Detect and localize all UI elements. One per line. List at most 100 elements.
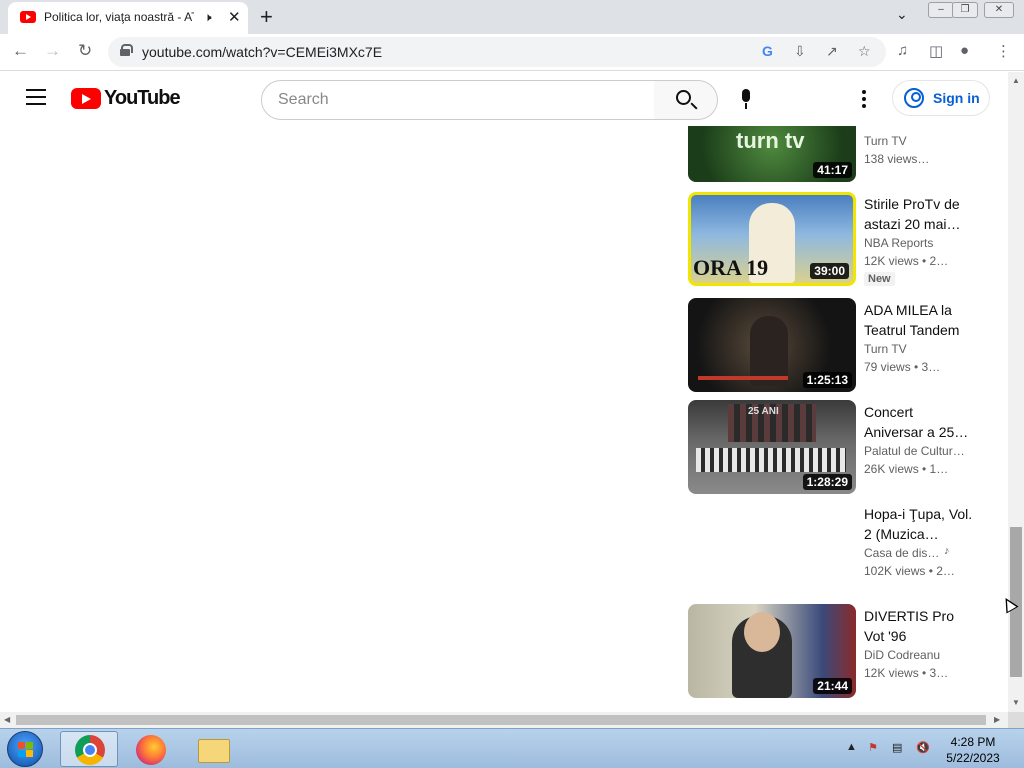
lock-icon[interactable] (120, 44, 133, 56)
url-text[interactable]: youtube.com/watch?v=CEMEi3MXc7E (142, 44, 382, 60)
lower-third-bar (698, 376, 788, 380)
video-thumbnail[interactable] (688, 502, 856, 596)
search-input[interactable]: Search (261, 80, 655, 120)
install-app-icon[interactable]: ⇩ (794, 43, 806, 60)
video-meta: 12K views • 3… (864, 666, 949, 680)
browser-toolbar: ← → ↻ youtube.com/watch?v=CEMEi3MXc7E G … (0, 34, 1024, 71)
volume-muted-icon[interactable]: 🔇 (916, 741, 930, 754)
scroll-up-arrow-icon[interactable]: ▲ (1012, 76, 1020, 85)
video-thumbnail[interactable]: 25 ANI 1:28:29 (688, 400, 856, 494)
video-meta: 26K views • 1… (864, 462, 949, 476)
video-item[interactable]: 21:44 DIVERTIS Pro Vot '96 DiD Codreanu … (688, 604, 988, 704)
search-icon (676, 90, 691, 105)
scroll-right-arrow-icon[interactable]: ▶ (994, 715, 1000, 724)
taskbar-chrome[interactable] (60, 731, 118, 767)
youtube-header: YouTube Search Sign in (0, 72, 1008, 126)
firefox-icon (136, 735, 166, 765)
search-button[interactable] (654, 80, 718, 120)
video-thumbnail[interactable]: turn tv 41:17 (688, 126, 856, 182)
video-duration: 41:17 (813, 162, 852, 178)
taskbar-firefox[interactable] (122, 731, 180, 767)
video-channel[interactable]: NBA Reports (864, 236, 964, 250)
close-tab-icon[interactable]: ✕ (228, 8, 241, 26)
scrollbar-corner (1008, 712, 1024, 728)
video-item[interactable]: Hopa-i Ţupa, Vol. 2 (Muzica… Casa de dis… (688, 502, 988, 602)
video-meta: 138 views… (864, 152, 930, 166)
video-thumbnail[interactable]: 1:25:13 (688, 298, 856, 392)
new-badge: New (864, 272, 895, 286)
youtube-logo-text[interactable]: YouTube (104, 87, 181, 110)
music-note-icon: ♪ (944, 545, 950, 557)
tab-strip: Politica lor, viaţa noastră - AT 🕨 ✕ + ⌄… (0, 0, 1024, 34)
windows-taskbar: ▲ ⚑ ▤ 🔇 4:28 PM 5/22/2023 (0, 728, 1024, 768)
video-channel[interactable]: Turn TV (864, 134, 964, 148)
video-thumbnail[interactable]: 21:44 (688, 604, 856, 698)
taskbar-explorer[interactable] (184, 731, 242, 767)
restore-button[interactable]: ❐ (952, 2, 978, 18)
forward-arrow-icon[interactable]: → (44, 41, 61, 61)
video-item[interactable]: turn tv 41:17 Turn TV 138 views… (688, 126, 988, 182)
windows-logo-icon (18, 742, 34, 758)
network-icon[interactable]: ▤ (892, 741, 902, 754)
video-item[interactable]: ORA 19 39:00 Stirile ProTv de astazi 20 … (688, 192, 988, 292)
video-title[interactable]: Concert Aniversar a 25… (864, 402, 974, 442)
video-duration: 21:44 (813, 678, 852, 694)
thumbnail-text: ORA 19 (693, 255, 769, 280)
horizontal-scrollbar[interactable]: ◀ ▶ (0, 712, 1008, 728)
share-icon[interactable]: ↗ (826, 43, 838, 60)
thumbnail-text: 25 ANI (748, 406, 779, 417)
reload-icon[interactable]: ↻ (78, 41, 92, 61)
video-duration: 1:28:29 (802, 474, 852, 490)
sign-in-button[interactable]: Sign in (892, 80, 990, 116)
horizontal-scroll-thumb[interactable] (16, 715, 986, 725)
back-arrow-icon[interactable]: ← (12, 41, 29, 61)
bookmark-star-icon[interactable]: ☆ (858, 43, 871, 60)
scroll-down-arrow-icon[interactable]: ▼ (1012, 698, 1020, 707)
action-center-flag-icon[interactable]: ⚑ (868, 741, 878, 754)
video-channel[interactable]: Turn TV (864, 342, 964, 356)
google-translate-icon[interactable]: G (762, 43, 773, 59)
account-circle-icon (904, 88, 924, 108)
microphone-icon[interactable] (740, 89, 752, 109)
youtube-favicon-icon (20, 11, 36, 23)
video-title[interactable]: Hopa-i Ţupa, Vol. 2 (Muzica… (864, 504, 974, 544)
new-tab-button[interactable]: + (260, 4, 273, 30)
video-channel[interactable]: Palatul de Cultur… (864, 444, 964, 458)
youtube-logo-icon[interactable] (71, 88, 101, 109)
video-title[interactable]: DIVERTIS Pro Vot '96 (864, 606, 974, 646)
settings-more-icon[interactable] (862, 90, 866, 108)
address-bar[interactable]: youtube.com/watch?v=CEMEi3MXc7E G ⇩ ↗ ☆ (108, 37, 886, 67)
video-meta: 102K views • 2… (864, 564, 955, 578)
chevron-down-icon[interactable]: ⌄ (896, 6, 908, 23)
minimize-button[interactable]: – (928, 2, 954, 18)
thumbnail-text: turn tv (736, 128, 805, 153)
video-channel[interactable]: Casa de dis… (864, 546, 938, 560)
folder-icon (198, 739, 230, 763)
speaker-icon[interactable]: 🕨 (204, 10, 212, 25)
dancers-row (696, 448, 846, 472)
show-hidden-icons-icon[interactable]: ▲ (846, 741, 857, 753)
video-item[interactable]: 25 ANI 1:28:29 Concert Aniversar a 25… P… (688, 400, 988, 500)
profile-avatar-icon[interactable]: ● (960, 42, 969, 59)
system-clock[interactable]: 4:28 PM 5/22/2023 (940, 734, 1006, 766)
video-meta: 12K views • 2… (864, 254, 949, 268)
browser-tab-active[interactable]: Politica lor, viaţa noastră - AT 🕨 ✕ (8, 2, 248, 34)
video-channel[interactable]: DiD Codreanu (864, 648, 964, 662)
start-button[interactable] (7, 731, 43, 767)
side-panel-icon[interactable]: ◫ (929, 42, 943, 60)
video-item[interactable]: 1:25:13 ADA MILEA la Teatrul Tandem Turn… (688, 298, 988, 398)
chrome-icon (75, 735, 105, 765)
clock-date: 5/22/2023 (946, 751, 1000, 765)
menu-hamburger-icon[interactable] (26, 89, 46, 105)
video-thumbnail[interactable]: ORA 19 39:00 (688, 192, 856, 286)
media-control-icon[interactable]: ♫ (897, 42, 908, 59)
video-duration: 1:25:13 (802, 372, 852, 388)
vertical-scrollbar[interactable]: ▲ ▼ (1008, 72, 1024, 712)
tab-title: Politica lor, viaţa noastră - AT (44, 10, 194, 24)
video-title[interactable]: Stirile ProTv de astazi 20 mai… (864, 194, 974, 234)
chrome-menu-icon[interactable]: ⋮ (996, 42, 1011, 60)
close-window-button[interactable]: ✕ (984, 2, 1014, 18)
video-duration: 39:00 (810, 263, 849, 279)
video-title[interactable]: ADA MILEA la Teatrul Tandem (864, 300, 974, 340)
scroll-left-arrow-icon[interactable]: ◀ (4, 715, 10, 724)
